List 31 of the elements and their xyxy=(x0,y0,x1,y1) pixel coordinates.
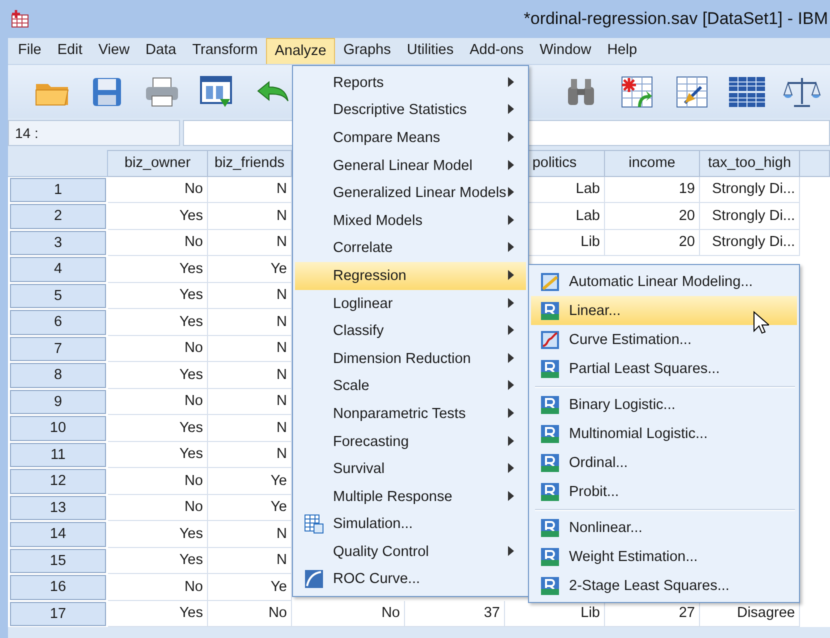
table-cell: Yes xyxy=(108,600,208,627)
table-cell: No xyxy=(108,388,208,415)
table-cell: No xyxy=(108,574,208,600)
table-cell: Yes xyxy=(108,521,208,548)
table-cell: Yes xyxy=(108,256,208,282)
table-cell: Yes xyxy=(108,282,208,309)
table-cell: Yes xyxy=(108,442,208,468)
table-cell: Yes xyxy=(108,415,208,442)
table-cell: Strongly Di... xyxy=(700,230,800,256)
table-cell: No xyxy=(108,176,208,203)
table-cell: No xyxy=(108,468,208,494)
table-cell: No xyxy=(108,494,208,521)
table-cell: Yes xyxy=(108,362,208,388)
table-cell: 20 xyxy=(605,203,700,230)
column-header: biz_friends xyxy=(208,150,292,176)
table-cell: No xyxy=(292,600,405,627)
table-cell: Yes xyxy=(108,309,208,336)
table-cell: Yes xyxy=(108,548,208,574)
table-cell: No xyxy=(108,336,208,362)
table-cell: Strongly Di... xyxy=(700,203,800,230)
column-header: biz_owner xyxy=(108,150,208,176)
table-cell: 19 xyxy=(605,176,700,203)
table-cell: Strongly Di... xyxy=(700,176,800,203)
window-title: *ordinal-regression.sav [DataSet1] - IBM xyxy=(524,9,828,29)
column-header: tax_too_high xyxy=(700,150,800,176)
table-cell: No xyxy=(108,230,208,256)
table-cell: No xyxy=(208,600,292,627)
table-cell: Yes xyxy=(108,203,208,230)
column-header: income xyxy=(605,150,700,176)
table-cell: 37 xyxy=(405,600,505,627)
table-cell: 20 xyxy=(605,230,700,256)
